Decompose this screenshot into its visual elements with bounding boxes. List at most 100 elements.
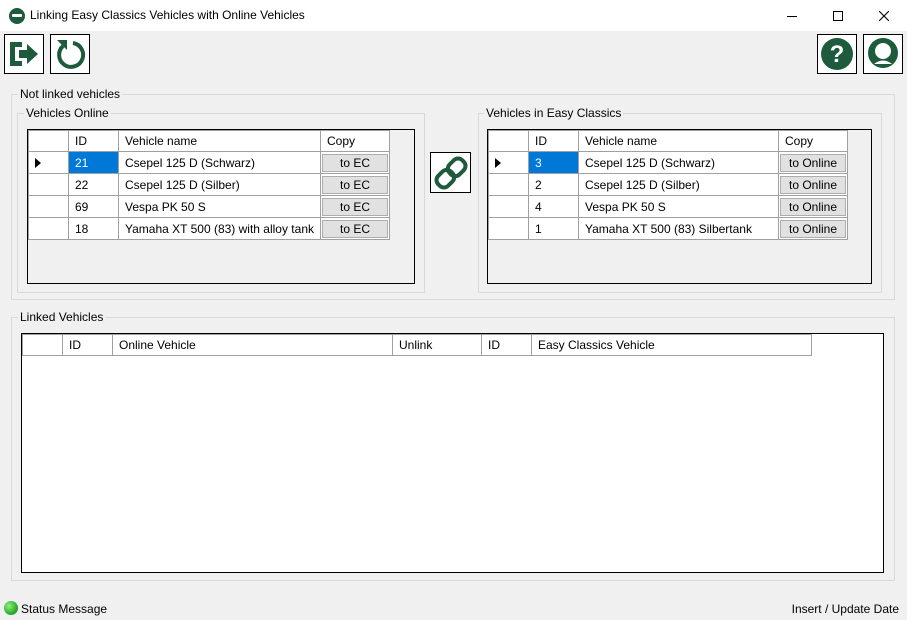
copy-to-online-button[interactable]: to Online xyxy=(780,197,846,216)
cell-vehicle-name[interactable]: Yamaha XT 500 (83) Silbertank xyxy=(578,217,779,240)
table-row[interactable]: 3 Csepel 125 D (Schwarz) to Online xyxy=(488,151,848,174)
app-logo-icon xyxy=(9,8,25,24)
cell-vehicle-name[interactable]: Vespa PK 50 S xyxy=(118,195,321,218)
current-row-arrow-icon xyxy=(35,158,41,168)
copy-to-online-button[interactable]: to Online xyxy=(780,219,846,238)
row-header[interactable] xyxy=(28,217,69,240)
cell-vehicle-name[interactable]: Csepel 125 D (Schwarz) xyxy=(118,151,321,174)
cell-copy: to Online xyxy=(778,195,848,218)
exit-icon xyxy=(10,42,38,66)
cell-vehicle-name[interactable]: Csepel 125 D (Schwarz) xyxy=(578,151,779,174)
cell-vehicle-name[interactable]: Csepel 125 D (Silber) xyxy=(118,173,321,196)
table-row[interactable]: 21 Csepel 125 D (Schwarz) to EC xyxy=(28,151,390,174)
column-header-online-id[interactable]: ID xyxy=(62,334,113,356)
link-vehicles-button[interactable] xyxy=(430,152,471,193)
cell-copy: to EC xyxy=(320,173,390,196)
exit-button[interactable] xyxy=(4,34,44,74)
status-bar: Status Message Insert / Update Date xyxy=(0,597,907,620)
cell-id[interactable]: 18 xyxy=(68,217,119,240)
column-header-vehicle-name[interactable]: Vehicle name xyxy=(578,130,779,152)
vehicles-easy-classics-label: Vehicles in Easy Classics xyxy=(484,106,624,120)
cell-id[interactable]: 3 xyxy=(528,151,579,174)
online-vehicles-table: ID Vehicle name Copy 21 Csepel 125 D (Sc… xyxy=(28,130,390,240)
window-title: Linking Easy Classics Vehicles with Onli… xyxy=(30,8,305,22)
copy-to-ec-button[interactable]: to EC xyxy=(322,219,388,238)
toolbar: ? xyxy=(0,31,907,77)
close-icon xyxy=(879,10,889,21)
close-button[interactable] xyxy=(861,0,907,31)
cell-vehicle-name[interactable]: Csepel 125 D (Silber) xyxy=(578,173,779,196)
table-row[interactable]: 18 Yamaha XT 500 (83) with alloy tank to… xyxy=(28,217,390,240)
cell-copy: to Online xyxy=(778,151,848,174)
table-row[interactable]: 2 Csepel 125 D (Silber) to Online xyxy=(488,173,848,196)
refresh-button[interactable] xyxy=(50,34,90,74)
copy-to-online-button[interactable]: to Online xyxy=(780,175,846,194)
column-header-copy[interactable]: Copy xyxy=(778,130,848,152)
table-header-row: ID Vehicle name Copy xyxy=(28,130,390,152)
vehicles-online-label: Vehicles Online xyxy=(24,106,111,120)
main-area: Not linked vehicles Vehicles Online ID V… xyxy=(0,77,907,597)
refresh-icon xyxy=(57,40,86,69)
online-vehicles-grid[interactable]: ID Vehicle name Copy 21 Csepel 125 D (Sc… xyxy=(27,129,415,284)
column-header-id[interactable]: ID xyxy=(68,130,119,152)
insert-update-date: Insert / Update Date xyxy=(791,602,899,616)
linked-vehicles-table: ID Online Vehicle Unlink ID Easy Classic… xyxy=(22,334,812,356)
table-row[interactable]: 4 Vespa PK 50 S to Online xyxy=(488,195,848,218)
current-row-arrow-icon xyxy=(495,158,501,168)
title-bar: Linking Easy Classics Vehicles with Onli… xyxy=(0,0,907,31)
column-header-id[interactable]: ID xyxy=(528,130,579,152)
easy-classics-vehicles-grid[interactable]: ID Vehicle name Copy 3 Csepel 125 D (Sch… xyxy=(487,129,872,284)
row-header-corner xyxy=(488,130,529,152)
minimize-button[interactable] xyxy=(769,0,815,31)
column-header-ec-id[interactable]: ID xyxy=(481,334,532,356)
cell-id[interactable]: 22 xyxy=(68,173,119,196)
cell-id[interactable]: 21 xyxy=(68,151,119,174)
cell-id[interactable]: 1 xyxy=(528,217,579,240)
cell-copy: to Online xyxy=(778,173,848,196)
cell-vehicle-name[interactable]: Vespa PK 50 S xyxy=(578,195,779,218)
row-header[interactable] xyxy=(28,151,69,174)
support-button[interactable] xyxy=(863,34,903,74)
row-header[interactable] xyxy=(488,195,529,218)
copy-to-ec-button[interactable]: to EC xyxy=(322,197,388,216)
column-header-online-vehicle[interactable]: Online Vehicle xyxy=(112,334,393,356)
column-header-easy-classics-vehicle[interactable]: Easy Classics Vehicle xyxy=(531,334,812,356)
table-header-row: ID Online Vehicle Unlink ID Easy Classic… xyxy=(22,334,812,356)
cell-id[interactable]: 2 xyxy=(528,173,579,196)
column-header-copy[interactable]: Copy xyxy=(320,130,390,152)
status-indicator-icon xyxy=(4,601,18,615)
minimize-icon xyxy=(787,15,797,17)
table-row[interactable]: 22 Csepel 125 D (Silber) to EC xyxy=(28,173,390,196)
cell-copy: to EC xyxy=(320,217,390,240)
cell-vehicle-name[interactable]: Yamaha XT 500 (83) with alloy tank xyxy=(118,217,321,240)
table-header-row: ID Vehicle name Copy xyxy=(488,130,848,152)
svg-text:?: ? xyxy=(830,41,845,68)
row-header[interactable] xyxy=(488,217,529,240)
copy-to-ec-button[interactable]: to EC xyxy=(322,175,388,194)
easy-classics-vehicles-table: ID Vehicle name Copy 3 Csepel 125 D (Sch… xyxy=(488,130,848,240)
column-header-unlink[interactable]: Unlink xyxy=(392,334,482,356)
row-header[interactable] xyxy=(28,195,69,218)
not-linked-label: Not linked vehicles xyxy=(18,87,123,101)
copy-to-ec-button[interactable]: to EC xyxy=(322,153,388,172)
cell-id[interactable]: 69 xyxy=(68,195,119,218)
cell-copy: to EC xyxy=(320,195,390,218)
row-header[interactable] xyxy=(488,151,529,174)
table-row[interactable]: 1 Yamaha XT 500 (83) Silbertank to Onlin… xyxy=(488,217,848,240)
chain-link-icon xyxy=(434,156,467,189)
table-row[interactable]: 69 Vespa PK 50 S to EC xyxy=(28,195,390,218)
help-icon: ? xyxy=(821,38,853,70)
maximize-button[interactable] xyxy=(815,0,861,31)
row-header[interactable] xyxy=(488,173,529,196)
copy-to-online-button[interactable]: to Online xyxy=(780,153,846,172)
linked-vehicles-grid[interactable]: ID Online Vehicle Unlink ID Easy Classic… xyxy=(21,333,884,573)
column-header-vehicle-name[interactable]: Vehicle name xyxy=(118,130,321,152)
help-button[interactable]: ? xyxy=(817,34,857,74)
status-message: Status Message xyxy=(21,602,108,616)
row-header[interactable] xyxy=(28,173,69,196)
row-header-corner xyxy=(22,334,63,356)
cell-id[interactable]: 4 xyxy=(528,195,579,218)
linked-vehicles-label: Linked Vehicles xyxy=(18,310,106,324)
cell-copy: to Online xyxy=(778,217,848,240)
cell-copy: to EC xyxy=(320,151,390,174)
